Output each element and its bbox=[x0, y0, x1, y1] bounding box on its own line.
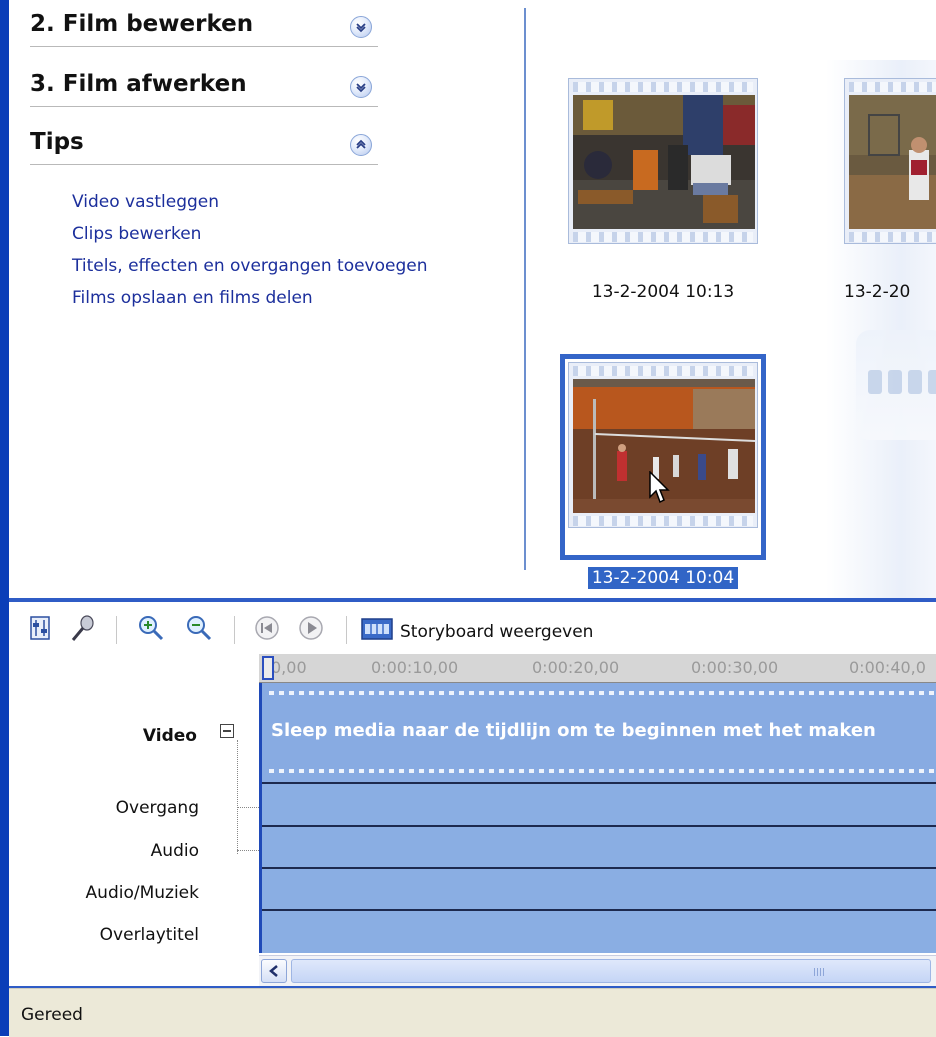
film-frame bbox=[844, 78, 936, 244]
clip-caption: 13-2-20 bbox=[844, 282, 911, 302]
scroll-thumb[interactable] bbox=[291, 959, 931, 983]
mouse-cursor-icon bbox=[649, 471, 670, 504]
watermark-film-icon bbox=[856, 330, 936, 440]
section-title: 2. Film bewerken bbox=[30, 11, 254, 37]
video-track[interactable]: Sleep media naar de tijdlijn om te begin… bbox=[259, 683, 936, 784]
zoom-in-icon[interactable] bbox=[137, 614, 165, 642]
clip-image bbox=[573, 95, 755, 229]
ruler-tick: 0:00:30,00 bbox=[691, 658, 779, 677]
film-frame bbox=[568, 78, 758, 244]
section-title: Tips bbox=[30, 129, 84, 155]
clip-image bbox=[849, 95, 936, 229]
tip-link[interactable]: Clips bewerken bbox=[72, 218, 428, 250]
section-edit-movie[interactable]: 2. Film bewerken bbox=[30, 6, 378, 47]
timeline: 0,00 0:00:10,00 0:00:20,00 0:00:30,00 0:… bbox=[259, 654, 936, 986]
zoom-out-icon[interactable] bbox=[185, 614, 213, 642]
transition-track[interactable] bbox=[259, 784, 936, 827]
section-tips[interactable]: Tips bbox=[30, 124, 378, 165]
track-label-audio-music: Audio/Muziek bbox=[85, 883, 199, 903]
ruler-tick: 0:00:20,00 bbox=[532, 658, 620, 677]
audio-track[interactable] bbox=[259, 827, 936, 869]
tips-list: Video vastleggen Clips bewerken Titels, … bbox=[72, 186, 428, 314]
set-audio-levels-icon[interactable] bbox=[27, 614, 55, 642]
collapse-video-icon[interactable] bbox=[220, 724, 234, 738]
status-text: Gereed bbox=[21, 1005, 83, 1025]
play-icon[interactable] bbox=[297, 614, 325, 642]
ruler-tick: 0:00:10,00 bbox=[371, 658, 459, 677]
section-title: 3. Film afwerken bbox=[30, 71, 247, 97]
scroll-grip bbox=[814, 968, 824, 976]
track-label-title-overlay: Overlaytitel bbox=[99, 925, 199, 945]
drop-media-message: Sleep media naar de tijdlijn om te begin… bbox=[271, 720, 876, 741]
timeline-scrollbar[interactable] bbox=[259, 955, 936, 987]
clip-image bbox=[573, 379, 755, 513]
rewind-icon[interactable] bbox=[253, 614, 281, 642]
timeline-start-edge bbox=[259, 683, 262, 953]
status-bar: Gereed bbox=[9, 988, 936, 1037]
timeline-toolbar: Storyboard weergeven bbox=[9, 602, 936, 654]
audio-music-track[interactable] bbox=[259, 869, 936, 911]
task-pane: 2. Film bewerken 3. Film afwerken Tips V… bbox=[9, 0, 525, 600]
window-border bbox=[0, 0, 9, 1036]
title-overlay-track[interactable] bbox=[259, 911, 936, 953]
tip-link[interactable]: Films opslaan en films delen bbox=[72, 282, 428, 314]
timeline-track-labels: Video Overgang Audio Audio/Muziek Overla… bbox=[9, 654, 269, 986]
tip-link[interactable]: Titels, effecten en overgangen toevoegen bbox=[72, 250, 428, 282]
tree-connector bbox=[237, 740, 239, 854]
chevron-up-icon[interactable] bbox=[350, 134, 372, 156]
clip-caption: 13-2-2004 10:04 bbox=[558, 567, 768, 589]
storyboard-toggle-label[interactable]: Storyboard weergeven bbox=[400, 622, 593, 642]
chevron-down-icon[interactable] bbox=[350, 76, 372, 98]
tip-link[interactable]: Video vastleggen bbox=[72, 186, 428, 218]
chevron-down-icon[interactable] bbox=[350, 16, 372, 38]
ruler-tick: 0,00 bbox=[271, 658, 307, 677]
time-ruler[interactable]: 0,00 0:00:10,00 0:00:20,00 0:00:30,00 0:… bbox=[259, 654, 936, 683]
film-frame bbox=[568, 362, 758, 528]
section-finish-movie[interactable]: 3. Film afwerken bbox=[30, 66, 378, 107]
track-label-audio: Audio bbox=[150, 841, 199, 861]
storyboard-icon[interactable] bbox=[360, 616, 394, 644]
narrate-timeline-icon[interactable] bbox=[69, 614, 97, 642]
ruler-tick: 0:00:40,0 bbox=[849, 658, 926, 677]
playhead[interactable] bbox=[262, 656, 274, 680]
track-label-transition: Overgang bbox=[115, 798, 199, 818]
collection-pane: 13-2-2004 10:13 13-2-20 13-2-2004 10:04 bbox=[526, 0, 936, 600]
scroll-left-button[interactable] bbox=[261, 959, 287, 983]
arrow-left-icon bbox=[269, 965, 278, 977]
track-label-video: Video bbox=[142, 726, 197, 746]
clip-caption: 13-2-2004 10:13 bbox=[591, 282, 735, 302]
